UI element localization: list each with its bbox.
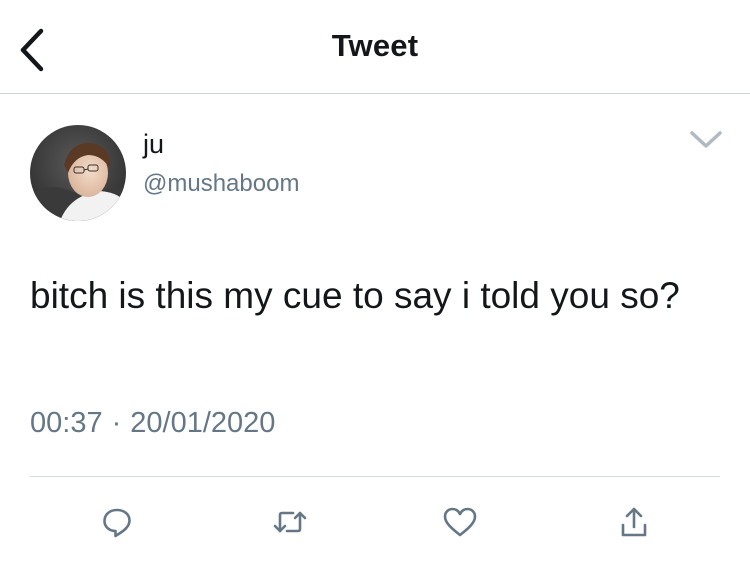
author-display-name[interactable]: ju: [143, 129, 164, 160]
tweet-date: 20/01/2020: [130, 407, 276, 439]
retweet-icon: [273, 511, 307, 533]
like-icon: [443, 507, 477, 537]
share-icon: [621, 507, 647, 537]
author-handle[interactable]: @mushaboom: [143, 170, 299, 198]
like-button[interactable]: [438, 500, 482, 544]
share-button[interactable]: [612, 500, 656, 544]
tweet-time: 00:37: [30, 407, 103, 439]
reply-button[interactable]: [95, 500, 139, 544]
chevron-down-icon: [690, 131, 722, 148]
tweet-menu-button[interactable]: [686, 124, 726, 156]
navigation-bar: Tweet: [0, 0, 750, 94]
avatar[interactable]: [30, 125, 126, 221]
profile-photo: [30, 125, 126, 221]
tweet-text: bitch is this my cue to say i told you s…: [30, 275, 680, 316]
tweet-timestamp: 00:37 · 20/01/2020: [30, 407, 275, 440]
reply-icon: [103, 508, 131, 538]
divider: [30, 476, 720, 477]
retweet-button[interactable]: [268, 500, 312, 544]
page-title: Tweet: [331, 28, 419, 63]
timestamp-separator: ·: [111, 407, 122, 439]
